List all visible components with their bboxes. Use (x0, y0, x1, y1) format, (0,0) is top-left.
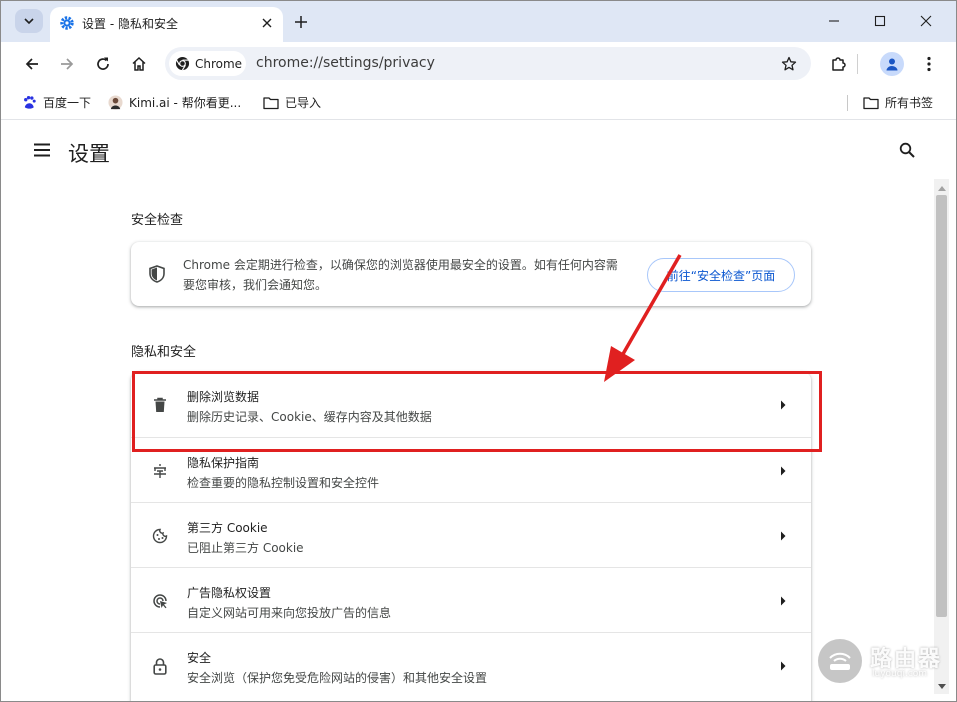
chevron-down-icon (24, 18, 34, 25)
address-bar[interactable]: Chrome chrome://settings/privacy (165, 47, 811, 80)
bookmarks-bar: 百度一下 Kimi.ai - 帮你看更... 已导入 所有书签 (1, 86, 956, 120)
reload-button[interactable] (91, 52, 115, 76)
maximize-button[interactable] (857, 1, 903, 41)
bookmark-star-icon[interactable] (779, 54, 799, 74)
row-subtitle: 自定义网站可用来向您投放广告的信息 (187, 606, 392, 620)
hamburger-menu-icon[interactable] (32, 140, 52, 160)
folder-icon (263, 95, 279, 111)
minimize-button[interactable] (811, 1, 857, 41)
back-arrow-icon (25, 58, 38, 70)
home-icon (132, 56, 146, 71)
forward-arrow-icon (61, 58, 74, 70)
shield-icon (148, 265, 166, 283)
bookmark-label: Kimi.ai - 帮你看更... (129, 96, 242, 110)
site-chip[interactable]: Chrome (169, 51, 246, 76)
profile-avatar[interactable] (880, 52, 904, 76)
privacy-heading: 隐私和安全 (131, 345, 197, 360)
browser-window: 设置 - 隐私和安全 Chrome chrome://settings/priv… (0, 0, 957, 702)
bookmark-imported-folder[interactable]: 已导入 (263, 94, 321, 111)
chip-label: Chrome (195, 56, 243, 71)
close-window-button[interactable] (903, 1, 949, 41)
tab-title: 设置 - 隐私和安全 (82, 17, 178, 31)
gear-icon (59, 15, 75, 31)
privacy-row-ad-privacy[interactable]: 广告隐私权设置 自定义网站可用来向您投放广告的信息 (131, 567, 811, 632)
folder-icon (863, 95, 879, 111)
home-button[interactable] (127, 52, 151, 76)
row-subtitle: 安全浏览（保护您免受危险网站的侵害）和其他安全设置 (187, 671, 488, 685)
reload-icon (97, 57, 109, 70)
row-title: 广告隐私权设置 (187, 586, 272, 600)
row-subtitle: 检查重要的隐私控制设置和安全控件 (187, 476, 380, 490)
search-icon[interactable] (897, 140, 917, 160)
bookmark-label: 百度一下 (43, 96, 92, 110)
row-title: 安全 (187, 651, 212, 665)
back-button[interactable] (20, 52, 44, 76)
safety-check-heading: 安全检查 (131, 213, 184, 228)
forward-button[interactable] (55, 52, 79, 76)
new-tab-button[interactable] (289, 10, 313, 34)
chevron-right-icon (777, 465, 789, 477)
tab-strip: 设置 - 隐私和安全 (1, 1, 956, 42)
toolbar-divider (857, 54, 858, 74)
cookie-icon (151, 527, 169, 545)
row-title: 隐私保护指南 (187, 456, 260, 470)
scroll-thumb[interactable] (936, 195, 947, 617)
privacy-guide-icon (151, 462, 169, 480)
close-icon (920, 15, 932, 27)
kimi-avatar-icon (107, 95, 123, 111)
toolbar: Chrome chrome://settings/privacy (1, 42, 956, 86)
tab-settings[interactable]: 设置 - 隐私和安全 (50, 7, 283, 42)
bookmark-baidu[interactable]: 百度一下 (21, 94, 91, 111)
row-subtitle: 已阻止第三方 Cookie (187, 541, 304, 555)
router-logo-icon (818, 639, 862, 683)
maximize-icon (874, 15, 886, 27)
chevron-right-icon (777, 530, 789, 542)
close-icon[interactable] (258, 14, 276, 32)
watermark: 路由器 luyouqi.com (818, 639, 948, 685)
lock-icon (151, 657, 169, 675)
go-to-safety-check-button[interactable]: 前往“安全检查”页面 (647, 258, 795, 292)
tab-search-button[interactable] (15, 9, 43, 33)
scrollbar[interactable] (934, 179, 949, 694)
menu-button[interactable] (917, 52, 941, 76)
bookmark-label: 已导入 (285, 96, 322, 110)
more-vert-icon (927, 56, 931, 72)
puzzle-icon (832, 57, 846, 71)
all-bookmarks-button[interactable]: 所有书签 (863, 94, 933, 111)
privacy-row-third-party-cookies[interactable]: 第三方 Cookie 已阻止第三方 Cookie (131, 502, 811, 567)
privacy-row-security[interactable]: 安全 安全浏览（保护您免受危险网站的侵害）和其他安全设置 (131, 632, 811, 697)
row-title: 第三方 Cookie (187, 521, 268, 535)
safety-check-description: Chrome 会定期进行检查，以确保您的浏览器使用最安全的设置。如有任何内容需要… (183, 258, 618, 292)
scroll-up-icon[interactable] (937, 183, 946, 192)
person-icon (886, 58, 898, 71)
bookmarks-divider (847, 95, 848, 111)
ad-privacy-icon (151, 592, 169, 610)
url-text[interactable]: chrome://settings/privacy (256, 55, 435, 71)
bookmark-kimi[interactable]: Kimi.ai - 帮你看更... (107, 94, 241, 111)
settings-header: 设置 (1, 121, 956, 177)
extensions-button[interactable] (827, 52, 851, 76)
annotation-highlight-box (132, 371, 822, 452)
plus-icon (295, 16, 307, 28)
chevron-right-icon (777, 595, 789, 607)
watermark-subtitle: luyouqi.com (872, 669, 928, 679)
chevron-right-icon (777, 660, 789, 672)
chrome-logo-icon (175, 56, 190, 71)
safety-check-card: Chrome 会定期进行检查，以确保您的浏览器使用最安全的设置。如有任何内容需要… (131, 242, 811, 306)
baidu-paw-icon (21, 95, 37, 111)
minimize-icon (829, 20, 839, 22)
all-bookmarks-label: 所有书签 (885, 96, 934, 110)
page-title: 设置 (68, 142, 110, 166)
